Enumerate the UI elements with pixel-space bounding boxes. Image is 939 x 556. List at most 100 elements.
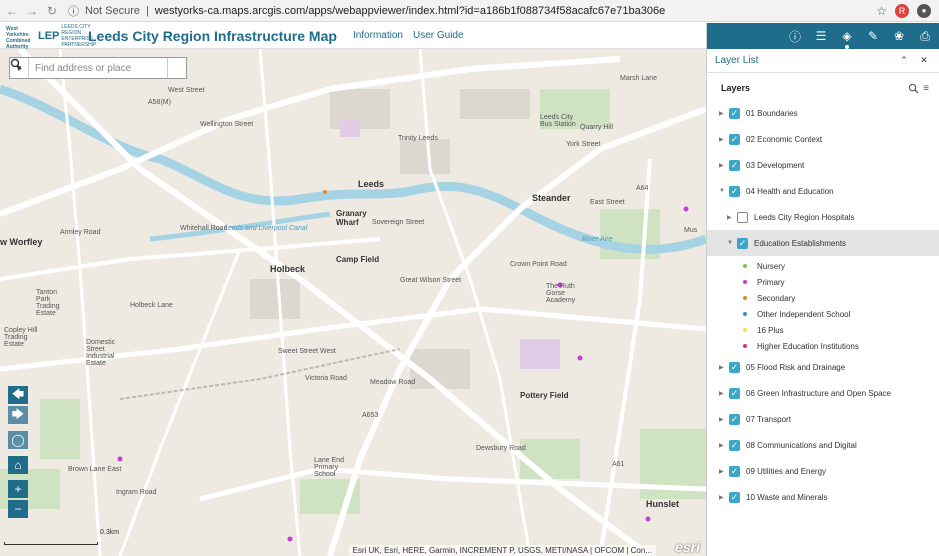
app-title: Leeds City Region Infrastructure Map <box>88 27 337 44</box>
layer-list-panel: ⓘ ☰ ◈ ✎ ❀ ⎙ Layer List ⌃ ✕ Layers ≡ ▶ ✓ … <box>706 23 939 556</box>
chevron-right-icon[interactable]: ▶ <box>719 494 727 501</box>
app-header: West Yorkshire Combined Authority LEP LEE… <box>0 23 706 50</box>
layer-checkbox[interactable]: ✓ <box>729 361 740 373</box>
reload-icon[interactable]: ↻ <box>44 4 60 18</box>
layer-item[interactable]: ▶ ✓ 10 Waste and Minerals <box>707 484 939 510</box>
chevron-right-icon[interactable]: ▶ <box>727 214 735 221</box>
map-label: Trinity Leeds <box>398 135 438 142</box>
collapse-panel-icon[interactable]: ⌃ <box>897 55 911 66</box>
layer-checkbox[interactable]: ✓ <box>729 159 740 171</box>
print-widget-icon[interactable]: ⎙ <box>917 28 933 44</box>
layer-checkbox[interactable] <box>737 211 748 223</box>
map-label: Crown Point Road <box>510 261 567 268</box>
zoom-out-button[interactable]: − <box>8 500 28 518</box>
chevron-right-icon[interactable]: ▶ <box>719 162 727 169</box>
layer-checkbox[interactable]: ✓ <box>729 465 740 477</box>
url-text[interactable]: westyorks-ca.maps.arcgis.com/apps/webapp… <box>155 5 665 17</box>
layer-label: Leeds City Region Hospitals <box>754 212 855 222</box>
map-label: Marsh Lane <box>620 75 657 82</box>
education-legend: Nursery Primary Secondary Other Independ… <box>707 256 939 354</box>
layer-checkbox[interactable]: ✓ <box>729 185 740 197</box>
map-label: Tanton Park Trading Estate <box>36 289 60 317</box>
sublayer-item[interactable]: ▶ Leeds City Region Hospitals <box>707 204 939 230</box>
info-widget-icon[interactable]: ⓘ <box>787 28 803 44</box>
layer-label: 09 Utilities and Energy <box>746 466 827 476</box>
search-icon <box>10 58 22 70</box>
chevron-right-icon[interactable]: ▶ <box>719 364 727 371</box>
back-icon[interactable]: ← <box>4 4 20 18</box>
layer-checkbox[interactable]: ✓ <box>729 439 740 451</box>
map-label: East Street <box>590 199 625 206</box>
layer-label: 10 Waste and Minerals <box>746 492 828 502</box>
layer-item[interactable]: ▶ ✓ 03 Development <box>707 152 939 178</box>
chevron-right-icon[interactable]: ▶ <box>719 136 727 143</box>
chevron-right-icon[interactable]: ▶ <box>719 390 727 397</box>
layer-item[interactable]: ▶ ✓ 07 Transport <box>707 406 939 432</box>
basemap-widget-icon[interactable]: ❀ <box>891 28 907 44</box>
layer-item[interactable]: ▶ ✓ 09 Utilities and Energy <box>707 458 939 484</box>
search-input[interactable] <box>29 58 167 78</box>
map-label: York Street <box>566 141 601 148</box>
zoom-in-button[interactable]: + <box>8 480 28 498</box>
plus-icon: + <box>14 482 22 496</box>
layer-item[interactable]: ▶ ✓ 08 Communications and Digital <box>707 432 939 458</box>
esri-logo: esri <box>675 539 700 555</box>
layer-checkbox[interactable]: ✓ <box>729 491 740 503</box>
layer-checkbox[interactable]: ✓ <box>729 133 740 145</box>
forward-icon[interactable]: → <box>24 4 40 18</box>
bookmark-star-icon[interactable]: ☆ <box>876 4 887 18</box>
map-view[interactable]: West Street A58(M) Wellington Street Tri… <box>0 49 706 556</box>
map-label: Leeds <box>358 179 385 189</box>
draw-widget-icon[interactable]: ✎ <box>865 28 881 44</box>
chevron-down-icon[interactable]: ▼ <box>719 188 727 194</box>
map-label: A61 <box>612 461 625 468</box>
previous-extent-button[interactable]: 🡄 <box>8 386 28 404</box>
my-location-button[interactable]: ◯ <box>8 431 28 449</box>
map-label: Copley Hill Trading Estate <box>4 327 38 348</box>
layer-checkbox[interactable]: ✓ <box>729 107 740 119</box>
layer-item[interactable]: ▶ ✓ 02 Economic Context <box>707 126 939 152</box>
layers-header: Layers ≡ <box>707 76 939 100</box>
filter-options-icon[interactable]: ≡ <box>923 83 929 94</box>
chevron-right-icon[interactable]: ▶ <box>719 416 727 423</box>
chevron-right-icon[interactable]: ▶ <box>719 468 727 475</box>
legend-label: Other Independent School <box>757 309 851 319</box>
close-icon[interactable]: ✕ <box>917 55 931 66</box>
search-button[interactable] <box>10 58 186 78</box>
home-button[interactable]: ⌂ <box>8 456 28 474</box>
layer-item[interactable]: ▶ ✓ 05 Flood Risk and Drainage <box>707 354 939 380</box>
chevron-down-icon[interactable]: ▼ <box>727 240 735 246</box>
chevron-right-icon[interactable]: ▶ <box>719 442 727 449</box>
user-guide-link[interactable]: User Guide <box>413 30 464 41</box>
layer-item[interactable]: ▼ ✓ 04 Health and Education <box>707 178 939 204</box>
layer-checkbox[interactable]: ✓ <box>729 413 740 425</box>
layers-widget-icon[interactable]: ◈ <box>839 28 855 49</box>
address-bar[interactable]: ⓘ Not Secure | westyorks-ca.maps.arcgis.… <box>68 3 876 19</box>
map-label: Holbeck <box>270 264 306 274</box>
map-label: River Aire <box>582 236 613 243</box>
legend-item: Nursery <box>707 258 939 274</box>
info-icon[interactable]: ⓘ <box>68 3 79 19</box>
layer-label: 06 Green Infrastructure and Open Space <box>746 388 891 398</box>
profile-avatar[interactable]: R <box>895 3 909 18</box>
information-link[interactable]: Information <box>353 30 403 41</box>
search-widget: ▼ <box>9 57 187 79</box>
legend-widget-icon[interactable]: ☰ <box>813 28 829 44</box>
legend-item: 16 Plus <box>707 322 939 338</box>
layer-item[interactable]: ▶ ✓ 01 Boundaries <box>707 100 939 126</box>
layer-checkbox[interactable]: ✓ <box>737 237 748 249</box>
map-label: Holbeck Lane <box>130 302 173 309</box>
map-label: West Street <box>168 87 205 94</box>
extension-icon[interactable]: ● <box>917 3 931 18</box>
layer-item[interactable]: ▶ ✓ 06 Green Infrastructure and Open Spa… <box>707 380 939 406</box>
map-label: Brown Lane East <box>68 466 122 473</box>
layer-checkbox[interactable]: ✓ <box>729 387 740 399</box>
legend-label: Primary <box>757 277 785 287</box>
next-extent-button[interactable]: 🡆 <box>8 406 28 424</box>
chevron-right-icon[interactable]: ▶ <box>719 110 727 117</box>
legend-swatch <box>743 264 747 268</box>
sublayer-item[interactable]: ▼ ✓ Education Establishments <box>707 230 939 256</box>
layer-label: 08 Communications and Digital <box>746 440 857 450</box>
panel-header: Layer List ⌃ ✕ <box>707 49 939 73</box>
search-icon[interactable] <box>908 83 919 94</box>
